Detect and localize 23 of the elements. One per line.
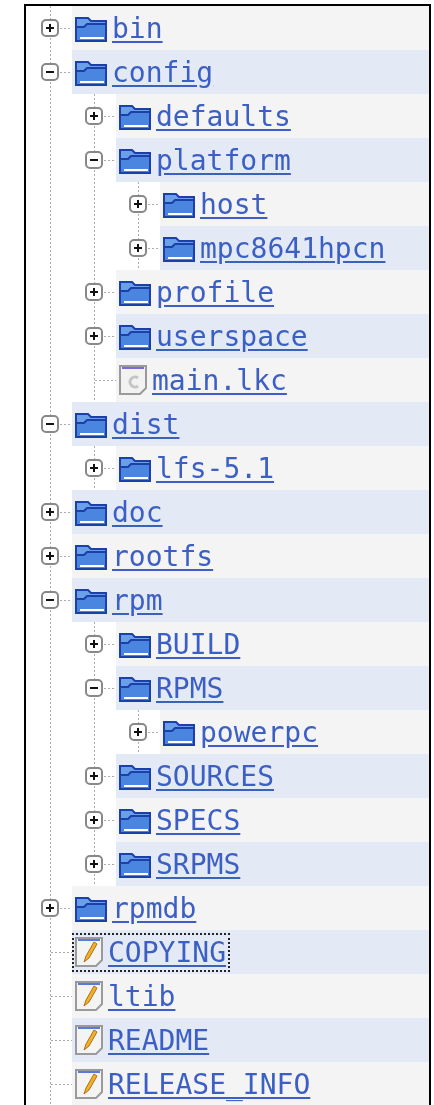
expand-toggle-icon[interactable] [85, 855, 103, 873]
expand-toggle-icon[interactable] [41, 899, 59, 917]
text-file-icon [74, 936, 104, 968]
expand-toggle-icon[interactable] [85, 283, 103, 301]
collapse-toggle-icon[interactable] [41, 591, 59, 609]
collapse-toggle-icon[interactable] [85, 151, 103, 169]
expand-toggle-icon[interactable] [85, 811, 103, 829]
expand-toggle-icon[interactable] [85, 459, 103, 477]
collapse-toggle-icon[interactable] [85, 679, 103, 697]
expand-toggle-icon[interactable] [85, 767, 103, 785]
tree-item-link[interactable]: COPYING [72, 932, 230, 972]
collapse-toggle-icon[interactable] [41, 415, 59, 433]
collapse-toggle-icon[interactable] [41, 63, 59, 81]
expand-toggle-icon[interactable] [85, 327, 103, 345]
expand-toggle-icon[interactable] [129, 723, 147, 741]
expand-toggle-icon[interactable] [41, 547, 59, 565]
expand-toggle-icon[interactable] [85, 635, 103, 653]
expand-toggle-icon[interactable] [85, 107, 103, 125]
text-file-icon [74, 1024, 104, 1056]
expand-toggle-icon[interactable] [41, 19, 59, 37]
expand-toggle-icon[interactable] [129, 195, 147, 213]
expand-toggle-icon[interactable] [41, 503, 59, 521]
expand-toggle-icon[interactable] [129, 239, 147, 257]
